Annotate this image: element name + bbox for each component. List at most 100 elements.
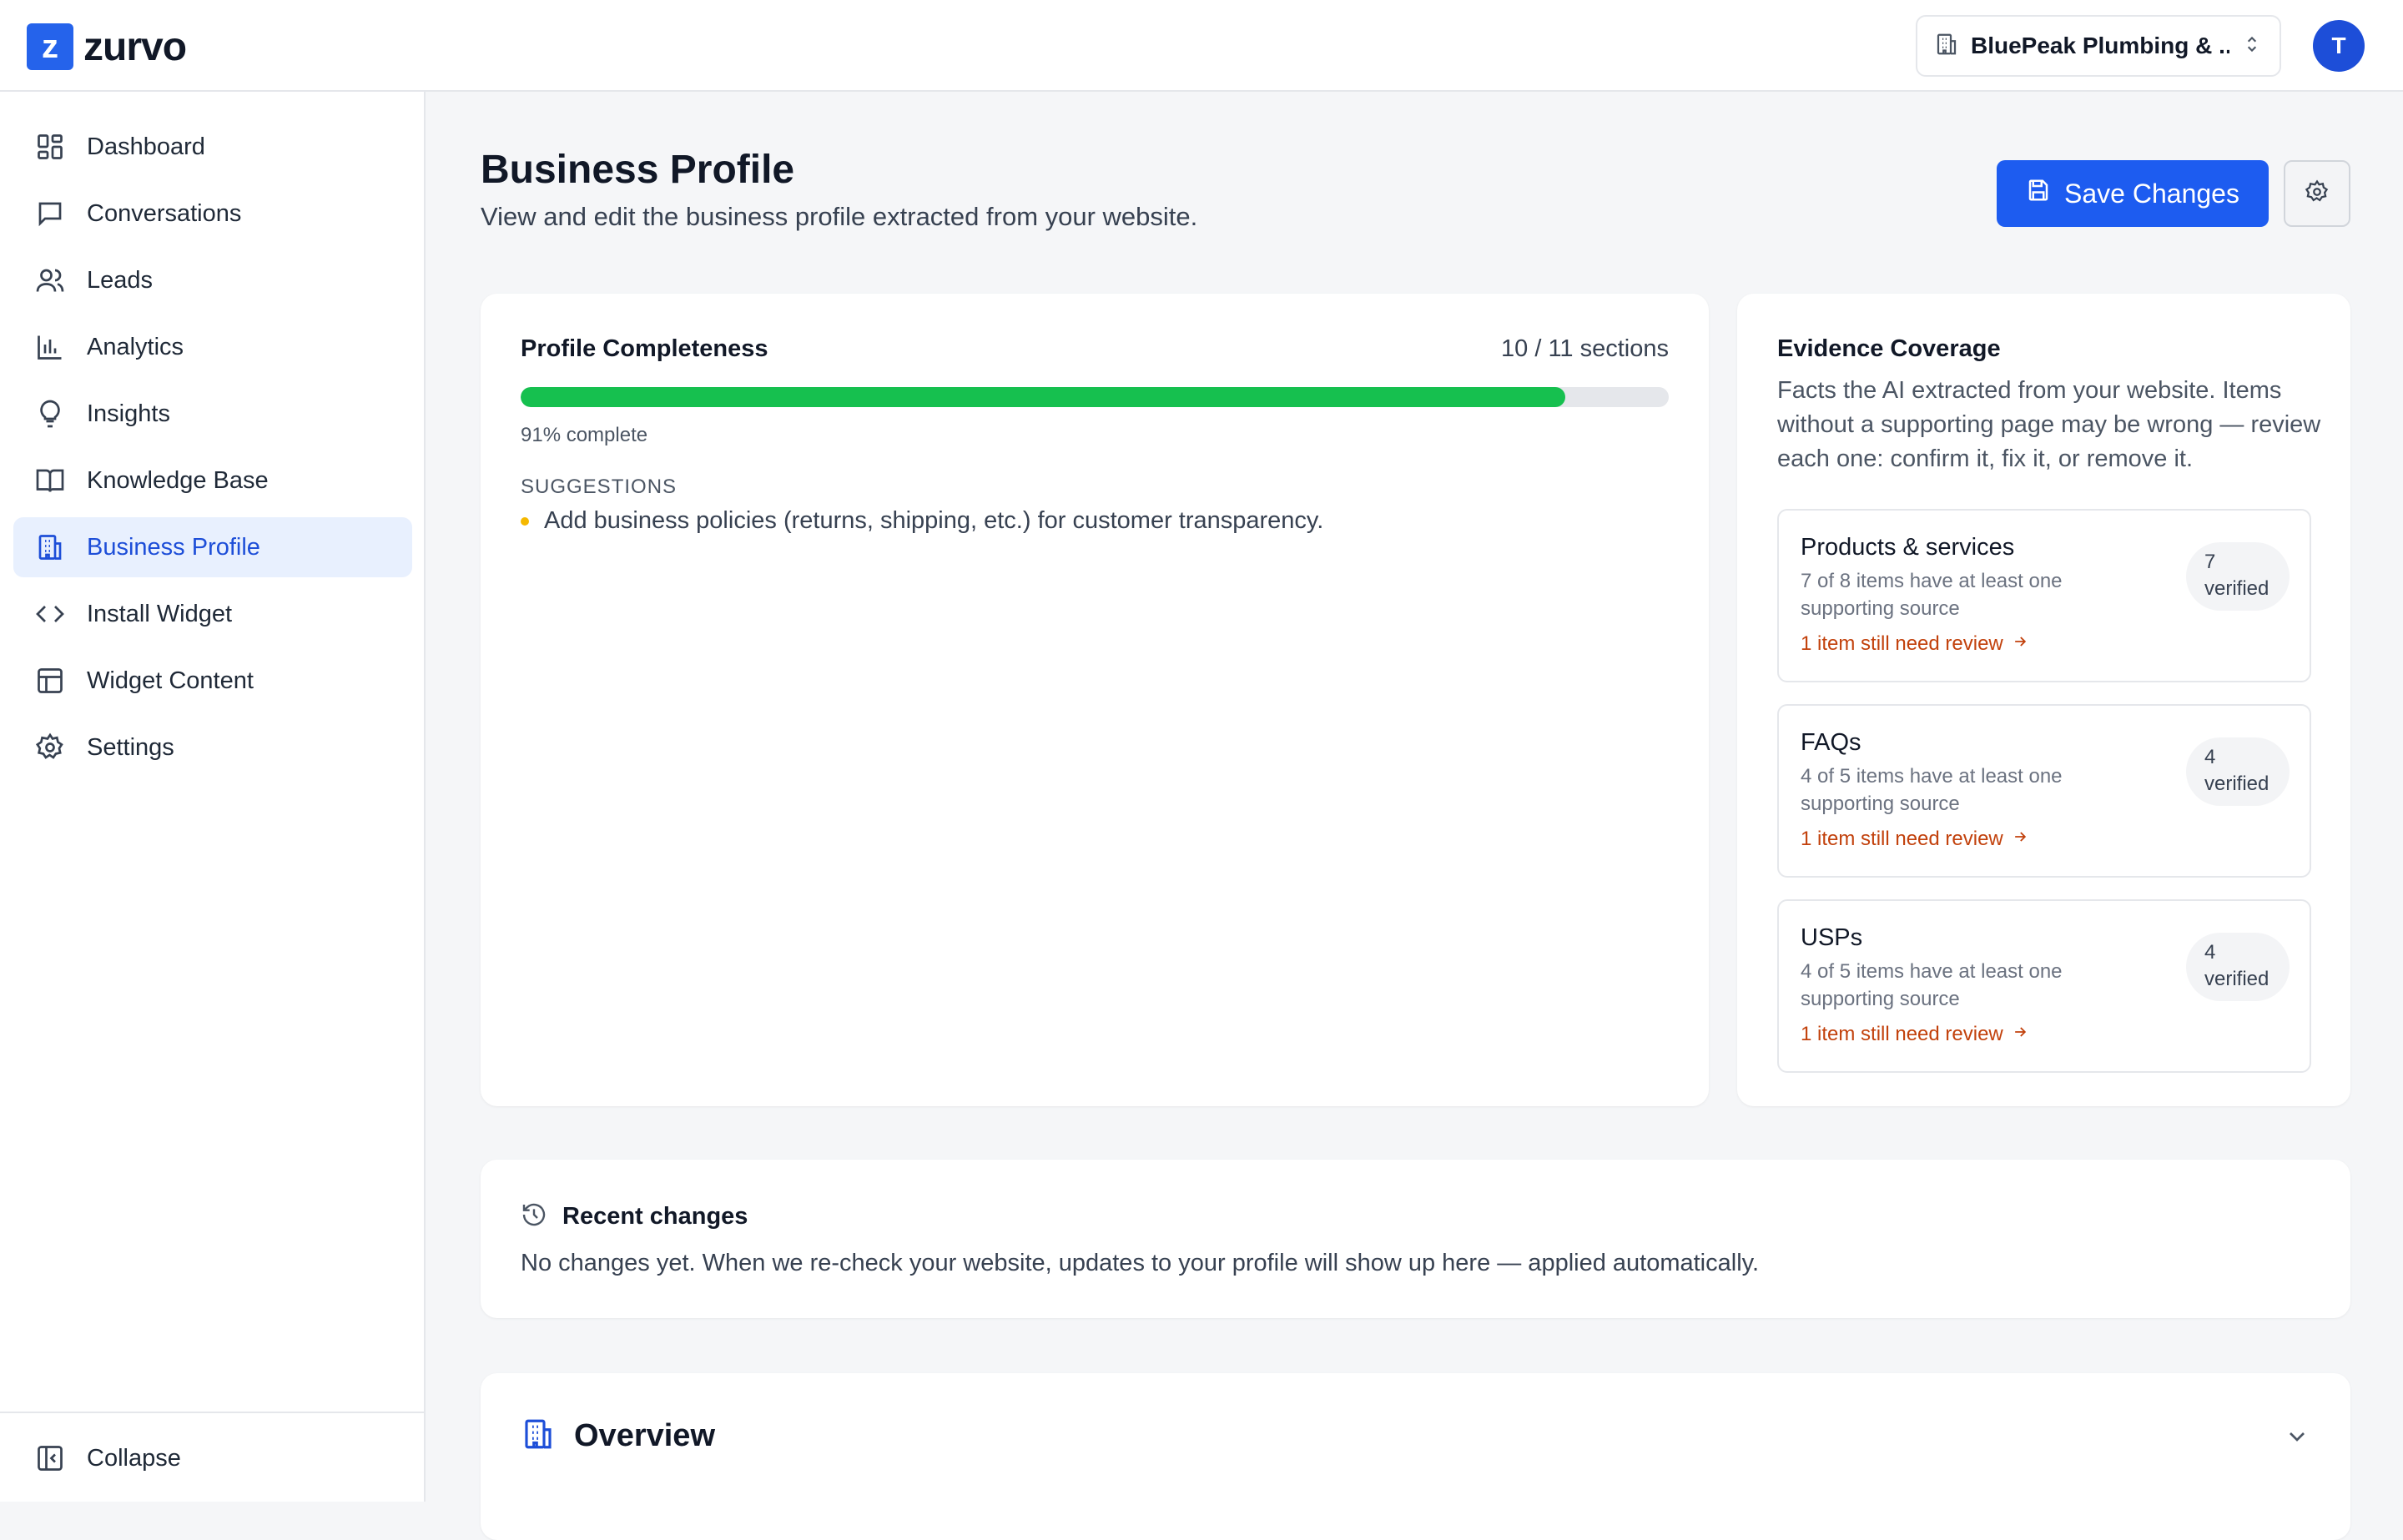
- verified-badge: 7 verified: [2186, 542, 2290, 611]
- app-name: zurvo: [83, 24, 187, 69]
- collapse-sidebar-icon: [33, 1442, 67, 1475]
- arrow-right-icon: [2012, 1023, 2028, 1046]
- evidence-item-faqs[interactable]: FAQs 4 of 5 items have at least one supp…: [1777, 704, 2311, 878]
- logo-mark: z: [27, 23, 73, 70]
- chevron-up-down-icon: [2241, 33, 2263, 59]
- evidence-item-products-services[interactable]: Products & services 7 of 8 items have at…: [1777, 509, 2311, 682]
- sections-count: 10 / 11 sections: [1501, 335, 1669, 362]
- sidebar-item-settings[interactable]: Settings: [13, 717, 412, 778]
- code-icon: [33, 597, 67, 631]
- building-icon: [1934, 32, 1959, 61]
- profile-completeness-card: Profile Completeness 10 / 11 sections 91…: [481, 294, 1709, 1106]
- page-title: Business Profile: [481, 148, 795, 192]
- overview-header: Overview: [521, 1417, 715, 1456]
- sidebar-item-label: Dashboard: [87, 133, 205, 160]
- sidebar: Dashboard Conversations Leads Analytics …: [0, 92, 426, 1502]
- review-link-label: 1 item still need review: [1801, 828, 2003, 850]
- business-selector-label: BluePeak Plumbing & ...: [1971, 33, 2229, 58]
- dashboard-icon: [33, 130, 67, 164]
- verified-badge: 4 verified: [2186, 737, 2290, 806]
- bar-chart-icon: [33, 330, 67, 364]
- app-logo[interactable]: z zurvo: [27, 23, 187, 70]
- user-avatar[interactable]: T: [2313, 20, 2365, 72]
- verified-word: verified: [2204, 773, 2270, 795]
- sidebar-item-label: Knowledge Base: [87, 466, 269, 494]
- verified-count: 4: [2204, 941, 2216, 964]
- top-bar: z zurvo BluePeak Plumbing & ... T: [0, 0, 2403, 92]
- profile-completeness-title: Profile Completeness: [521, 335, 768, 362]
- arrow-right-icon: [2012, 632, 2028, 656]
- review-link-label: 1 item still need review: [1801, 632, 2003, 655]
- verified-word: verified: [2204, 577, 2270, 600]
- overview-section[interactable]: Overview: [481, 1373, 2350, 1540]
- sidebar-item-label: Conversations: [87, 199, 242, 227]
- recent-changes-text: No changes yet. When we re-check your we…: [521, 1250, 1760, 1276]
- evidence-item-usps[interactable]: USPs 4 of 5 items have at least one supp…: [1777, 899, 2311, 1073]
- evidence-item-name: Products & services: [1801, 534, 2015, 561]
- sidebar-divider: [0, 1412, 424, 1413]
- building-icon: [521, 1417, 556, 1456]
- users-icon: [33, 264, 67, 297]
- sidebar-item-widget-content[interactable]: Widget Content: [13, 651, 412, 711]
- sidebar-item-label: Leads: [87, 266, 154, 294]
- evidence-item-sub: 4 of 5 items have at least one supportin…: [1801, 960, 2063, 1010]
- evidence-item-sub: 7 of 8 items have at least one supportin…: [1801, 570, 2063, 620]
- verified-count: 4: [2204, 746, 2216, 768]
- verified-count: 7: [2204, 551, 2216, 573]
- settings-button[interactable]: [2284, 160, 2350, 227]
- verified-word: verified: [2204, 968, 2270, 990]
- completeness-progress-fill: [521, 387, 1566, 407]
- evidence-coverage-card: Evidence Coverage Facts the AI extracted…: [1737, 294, 2350, 1106]
- review-link[interactable]: 1 item still need review: [1801, 632, 2028, 656]
- bullet-dot: [521, 517, 529, 526]
- suggestion-text: Add business policies (returns, shipping…: [544, 507, 1324, 534]
- layout-icon: [33, 664, 67, 697]
- evidence-coverage-description: Facts the AI extracted from your website…: [1777, 377, 2321, 472]
- suggestion-item: Add business policies (returns, shipping…: [521, 507, 1323, 535]
- sidebar-item-business-profile[interactable]: Business Profile: [13, 517, 412, 577]
- evidence-coverage-title: Evidence Coverage: [1777, 335, 2001, 362]
- sidebar-item-label: Install Widget: [87, 600, 233, 627]
- chat-icon: [33, 197, 67, 230]
- gear-icon: [33, 731, 67, 764]
- recent-changes-title: Recent changes: [562, 1203, 748, 1230]
- gear-icon: [2305, 179, 2330, 209]
- arrow-right-icon: [2012, 828, 2028, 851]
- sidebar-item-label: Insights: [87, 400, 170, 427]
- review-link[interactable]: 1 item still need review: [1801, 1023, 2028, 1046]
- business-selector[interactable]: BluePeak Plumbing & ...: [1916, 15, 2281, 77]
- sidebar-item-label: Widget Content: [87, 667, 254, 694]
- sidebar-item-dashboard[interactable]: Dashboard: [13, 117, 412, 177]
- completeness-progress-bar: [521, 387, 1669, 407]
- verified-badge: 4 verified: [2186, 933, 2290, 1001]
- sidebar-item-label: Settings: [87, 733, 174, 761]
- recent-changes-header: Recent changes: [521, 1201, 748, 1232]
- sidebar-item-insights[interactable]: Insights: [13, 384, 412, 444]
- evidence-item-name: FAQs: [1801, 729, 1861, 756]
- book-icon: [33, 464, 67, 497]
- sidebar-item-leads[interactable]: Leads: [13, 250, 412, 310]
- suggestions-heading: SUGGESTIONS: [521, 476, 678, 498]
- sidebar-item-label: Analytics: [87, 333, 184, 360]
- collapse-button[interactable]: Collapse: [13, 1428, 412, 1488]
- save-changes-label: Save Changes: [2064, 178, 2239, 209]
- history-icon: [521, 1201, 547, 1232]
- review-link[interactable]: 1 item still need review: [1801, 828, 2028, 851]
- page-subtitle: View and edit the business profile extra…: [481, 202, 1198, 231]
- evidence-item-sub: 4 of 5 items have at least one supportin…: [1801, 765, 2063, 815]
- save-icon: [2026, 178, 2051, 209]
- overview-title: Overview: [574, 1418, 715, 1453]
- sidebar-item-knowledge-base[interactable]: Knowledge Base: [13, 450, 412, 511]
- evidence-item-name: USPs: [1801, 924, 1863, 951]
- lightbulb-icon: [33, 397, 67, 430]
- building-icon: [33, 531, 67, 564]
- collapse-label: Collapse: [87, 1444, 181, 1472]
- sidebar-item-analytics[interactable]: Analytics: [13, 317, 412, 377]
- sidebar-item-install-widget[interactable]: Install Widget: [13, 584, 412, 644]
- review-link-label: 1 item still need review: [1801, 1023, 2003, 1045]
- recent-changes-card: Recent changes No changes yet. When we r…: [481, 1160, 2350, 1318]
- chevron-down-icon[interactable]: [2284, 1423, 2310, 1454]
- sidebar-item-conversations[interactable]: Conversations: [13, 184, 412, 244]
- save-changes-button[interactable]: Save Changes: [1997, 160, 2269, 227]
- sidebar-item-label: Business Profile: [87, 533, 260, 561]
